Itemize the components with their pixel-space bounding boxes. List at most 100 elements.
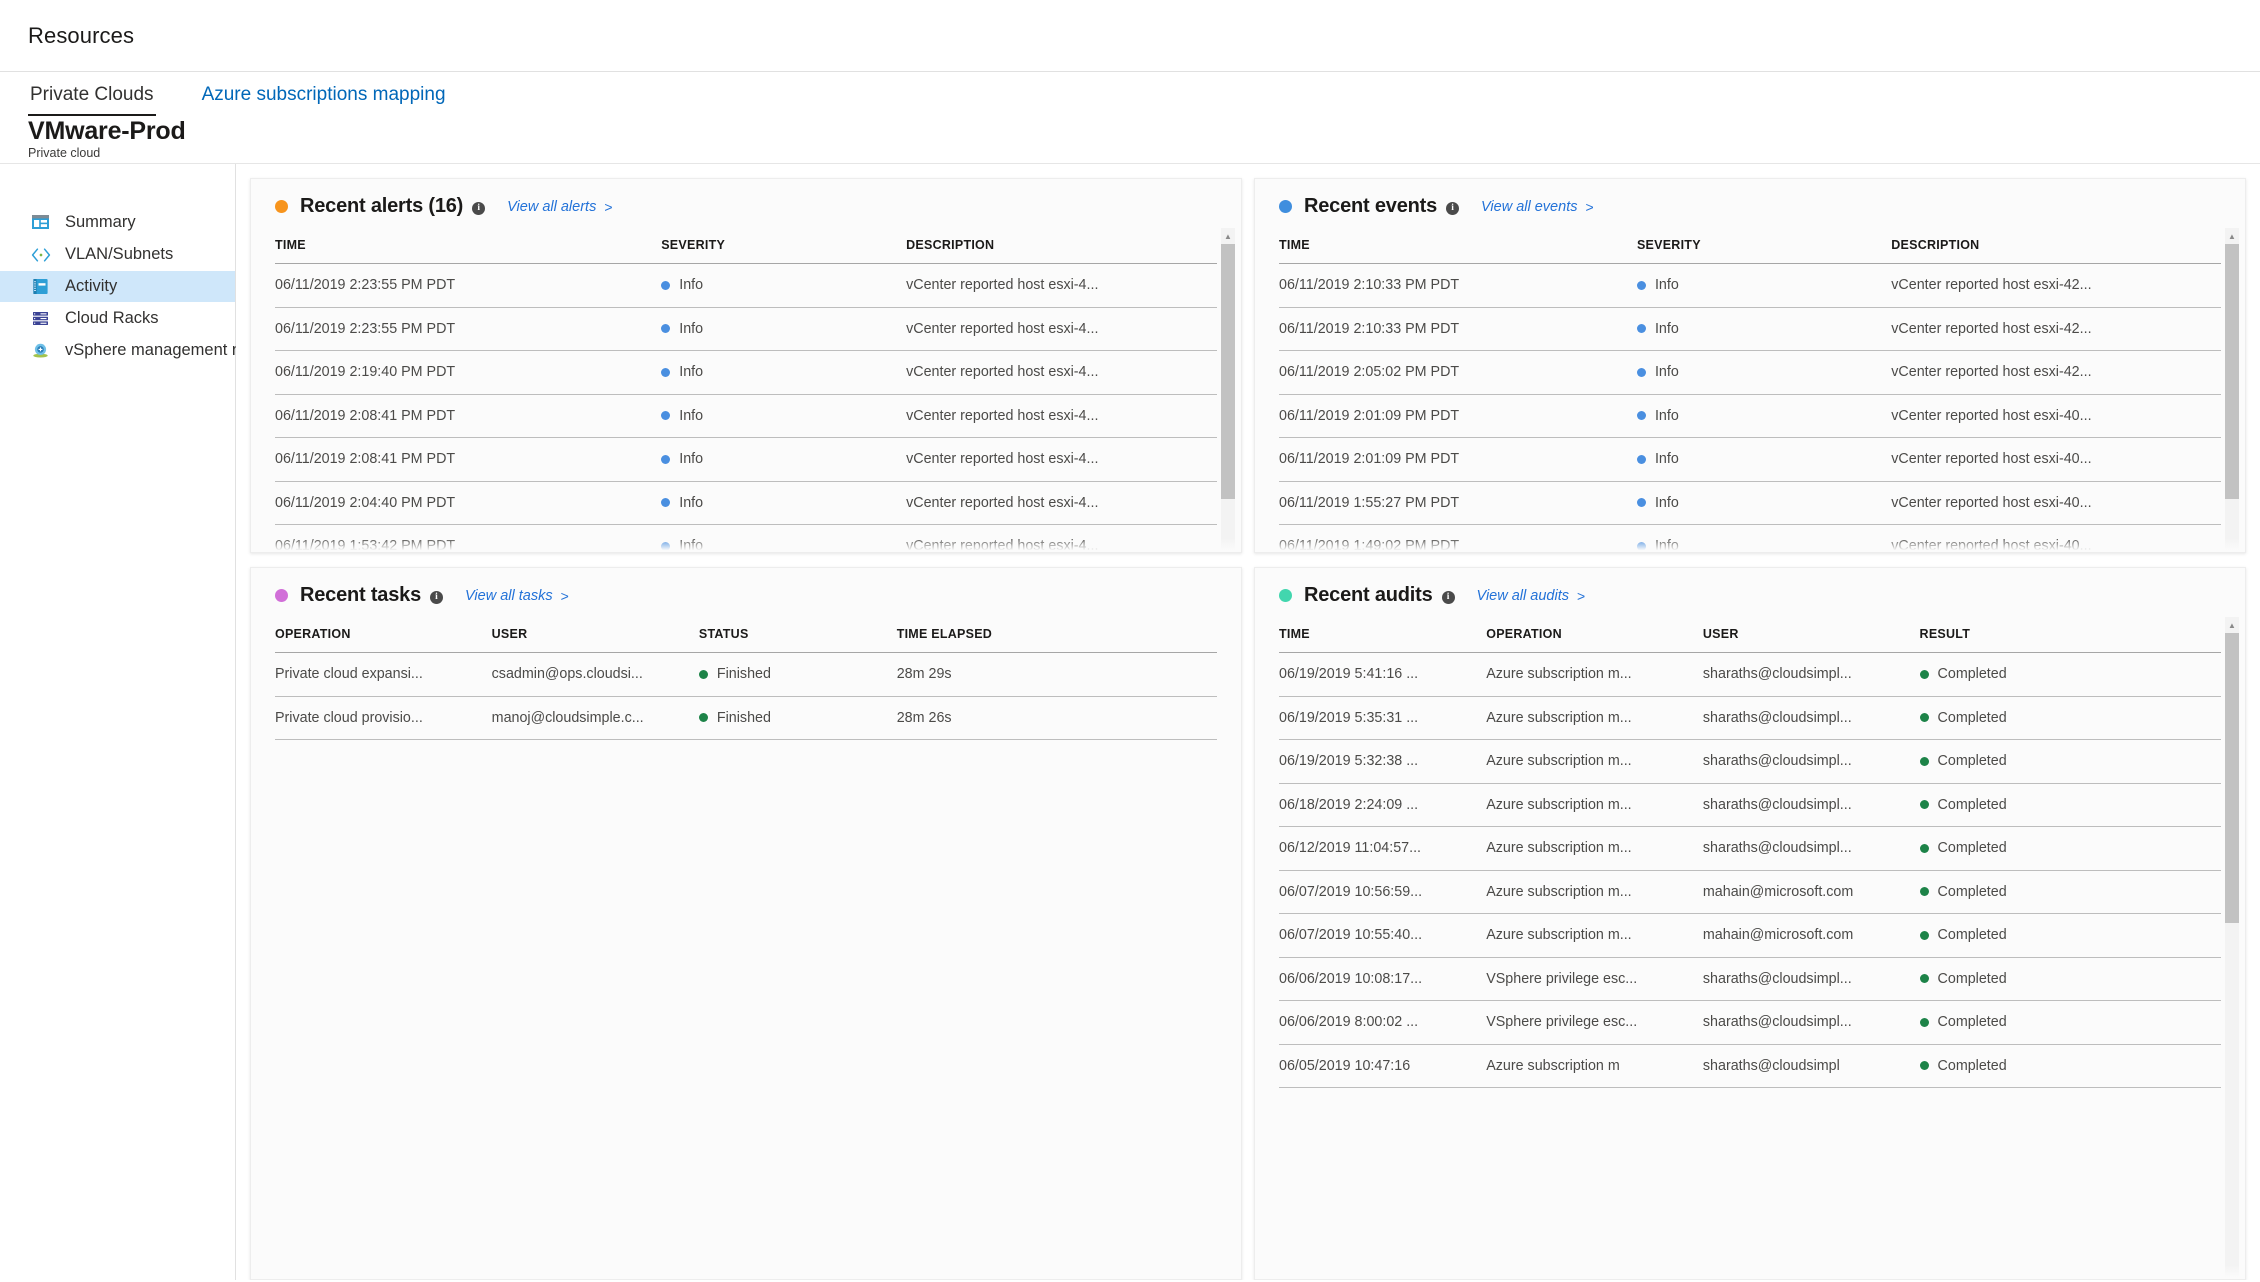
view-all-alerts-link[interactable]: View all alerts > — [507, 199, 612, 215]
top-bar: Resources — [0, 0, 2260, 72]
tasks-info-icon[interactable]: i — [430, 590, 443, 604]
recent-events-rows: 06/11/2019 2:10:33 PM PDT Info vCenter rep… — [1279, 263, 2221, 552]
table-row[interactable]: Private cloud provisio... manoj@cloudsim… — [275, 696, 1217, 740]
scroll-up-arrow-icon[interactable]: ▲ — [1221, 228, 1235, 244]
table-row[interactable]: 06/11/2019 2:04:40 PM PDT Info vCenter rep… — [275, 481, 1217, 525]
table-row[interactable]: 06/06/2019 10:08:17... VSphere privilege … — [1279, 957, 2221, 1001]
recent-events-title: Recent events — [1304, 195, 1438, 217]
audit-user: sharaths@cloudsimpl... — [1702, 826, 1920, 871]
events-col-description: DESCRIPTION — [1891, 228, 2221, 264]
table-row[interactable]: 06/07/2019 10:55:40... Azure subscription… — [1279, 913, 2221, 958]
alerts-scrollbar[interactable]: ▲ — [1221, 228, 1235, 552]
audit-result: Completed — [1919, 1044, 2221, 1088]
table-row[interactable]: 06/11/2019 2:23:55 PM PDT Info vCenter rep… — [275, 263, 1217, 308]
table-row[interactable]: 06/11/2019 2:10:33 PM PDT Info vCenter rep… — [1279, 307, 2221, 351]
alert-time: 06/11/2019 2:23:55 PM PDT — [275, 307, 662, 351]
chevron-right-icon: > — [1585, 198, 1594, 215]
audit-time: 06/06/2019 8:00:02 ... — [1279, 1000, 1487, 1045]
table-row[interactable]: 06/11/2019 1:49:02 PM PDT Info vCenter rep… — [1279, 524, 2221, 552]
table-row[interactable]: 06/07/2019 10:56:59... Azure subscription… — [1279, 870, 2221, 914]
event-severity: Info — [1636, 481, 1892, 525]
chevron-right-icon: > — [1576, 587, 1586, 604]
view-all-tasks-link[interactable]: View all tasks > — [465, 588, 569, 604]
recent-tasks-rows: Private cloud expansi... csadmin@ops.clo… — [275, 652, 1217, 740]
sidebar-item-summary[interactable]: Summary — [0, 207, 235, 238]
recent-events-card: Recent events i View all events > TIME S… — [1254, 178, 2246, 553]
audit-result: Completed — [1919, 913, 2221, 958]
table-row[interactable]: 06/11/2019 2:19:40 PM PDT Info vCenter rep… — [275, 350, 1217, 395]
recent-audits-table: TIME OPERATION USER RESULT 06/19/2019 5:… — [1279, 617, 2221, 1088]
scroll-up-arrow-icon[interactable]: ▲ — [2225, 228, 2239, 244]
table-row[interactable]: 06/19/2019 5:35:31 ... Azure subscription… — [1279, 696, 2221, 740]
audit-operation: Azure subscription m — [1486, 1044, 1703, 1088]
view-all-audits-link[interactable]: View all audits > — [1477, 588, 1586, 604]
alerts-info-icon[interactable]: i — [472, 201, 486, 215]
events-scrollbar[interactable]: ▲ — [2225, 228, 2239, 552]
sidebar-item-activity[interactable]: Activity — [0, 271, 235, 302]
table-row[interactable]: 06/11/2019 2:08:41 PM PDT Info vCenter rep… — [275, 437, 1217, 482]
alert-description: vCenter reported host esxi-4... — [906, 481, 1217, 525]
alert-severity: Info — [661, 263, 907, 308]
event-description: vCenter reported host esxi-42... — [1891, 307, 2221, 351]
audit-user: sharaths@cloudsimpl... — [1702, 1000, 1920, 1045]
table-row[interactable]: 06/11/2019 1:55:27 PM PDT Info vCenter rep… — [1279, 481, 2221, 525]
table-row[interactable]: 06/11/2019 2:01:09 PM PDT Info vCenter rep… — [1279, 437, 2221, 482]
audit-operation: Azure subscription m... — [1486, 696, 1703, 740]
audit-user: sharaths@cloudsimpl... — [1702, 957, 1920, 1001]
recent-tasks-title: Recent tasks — [300, 584, 421, 606]
page-title: Resources — [28, 22, 135, 48]
sidebar-item-vsphere-management-network[interactable]: vSphere management network — [0, 335, 290, 366]
alert-time: 06/11/2019 2:04:40 PM PDT — [275, 481, 662, 525]
table-row[interactable]: 06/19/2019 5:32:38 ... Azure subscription… — [1279, 739, 2221, 784]
audit-time: 06/07/2019 10:56:59... — [1279, 870, 1487, 914]
event-description: vCenter reported host esxi-40... — [1891, 394, 2221, 438]
code-brackets-icon — [30, 244, 51, 265]
table-row[interactable]: 06/11/2019 2:10:33 PM PDT Info vCenter rep… — [1279, 263, 2221, 308]
audit-time: 06/05/2019 10:47:16 — [1279, 1044, 1487, 1088]
recent-tasks-table: OPERATION USER STATUS TIME ELAPSED Priva… — [275, 617, 1217, 740]
sidebar-item-vlan-subnets[interactable]: VLAN/Subnets — [0, 239, 235, 270]
recent-audits-card: Recent audits i View all audits > TIME O… — [1254, 567, 2246, 1280]
table-row[interactable]: Private cloud expansi... csadmin@ops.clo… — [275, 652, 1217, 697]
task-user: csadmin@ops.cloudsi... — [491, 652, 699, 697]
table-row[interactable]: 06/19/2019 5:41:16 ... Azure subscription… — [1279, 652, 2221, 697]
recent-alerts-rows: 06/11/2019 2:23:55 PM PDT Info vCenter rep… — [275, 263, 1217, 552]
table-row[interactable]: 06/18/2019 2:24:09 ... Azure subscription… — [1279, 783, 2221, 827]
table-row[interactable]: 06/06/2019 8:00:02 ... VSphere privilege … — [1279, 1000, 2221, 1045]
view-all-events-label: View all events — [1481, 198, 1578, 215]
sidebar-item-cloud-racks[interactable]: Cloud Racks — [0, 303, 235, 334]
table-header-row: TIME SEVERITY DESCRIPTION — [275, 228, 1217, 264]
activity-book-icon — [30, 276, 51, 297]
table-row[interactable]: 06/11/2019 2:08:41 PM PDT Info vCenter rep… — [275, 394, 1217, 438]
recent-tasks-header: Recent tasks i View all tasks > — [251, 568, 1241, 617]
alert-time: 06/11/2019 2:23:55 PM PDT — [275, 263, 662, 308]
audits-scrollbar[interactable]: ▲ — [2225, 617, 2239, 1279]
events-scrollbar-thumb[interactable] — [2225, 244, 2239, 499]
audits-scrollbar-thumb[interactable] — [2225, 633, 2239, 923]
event-time: 06/11/2019 2:10:33 PM PDT — [1279, 307, 1637, 351]
table-row[interactable]: 06/11/2019 1:53:42 PM PDT Info vCenter rep… — [275, 524, 1217, 552]
body: Summary VLAN/Subnets Activity Cloud Rack… — [0, 164, 2260, 1280]
event-description: vCenter reported host esxi-40... — [1891, 524, 2221, 552]
view-all-audits-label: View all audits — [1476, 587, 1569, 604]
recent-audits-table-wrap: TIME OPERATION USER RESULT 06/19/2019 5:… — [1255, 617, 2245, 1279]
alert-severity: Info — [661, 481, 907, 525]
table-row[interactable]: 06/11/2019 2:23:55 PM PDT Info vCenter rep… — [275, 307, 1217, 351]
table-row[interactable]: 06/11/2019 2:05:02 PM PDT Info vCenter rep… — [1279, 350, 2221, 395]
scroll-up-arrow-icon[interactable]: ▲ — [2225, 617, 2239, 633]
alert-severity: Info — [661, 437, 907, 482]
alert-description: vCenter reported host esxi-4... — [906, 524, 1217, 552]
events-info-icon[interactable]: i — [1446, 201, 1460, 215]
tab-private-clouds[interactable]: Private Clouds — [28, 72, 156, 117]
event-time: 06/11/2019 1:49:02 PM PDT — [1279, 524, 1637, 552]
table-row[interactable]: 06/12/2019 11:04:57... Azure subscription… — [1279, 826, 2221, 871]
table-row[interactable]: 06/11/2019 2:01:09 PM PDT Info vCenter rep… — [1279, 394, 2221, 438]
alerts-status-dot — [275, 200, 288, 213]
view-all-events-link[interactable]: View all events > — [1481, 199, 1594, 215]
view-all-alerts-label: View all alerts — [507, 198, 597, 215]
sidebar: Summary VLAN/Subnets Activity Cloud Rack… — [0, 164, 290, 1280]
alerts-scrollbar-thumb[interactable] — [1221, 244, 1235, 499]
tab-azure-subscriptions-mapping[interactable]: Azure subscriptions mapping — [200, 72, 448, 117]
table-row[interactable]: 06/05/2019 10:47:16 Azure subscription ms… — [1279, 1044, 2221, 1088]
audits-info-icon[interactable]: i — [1441, 590, 1455, 604]
